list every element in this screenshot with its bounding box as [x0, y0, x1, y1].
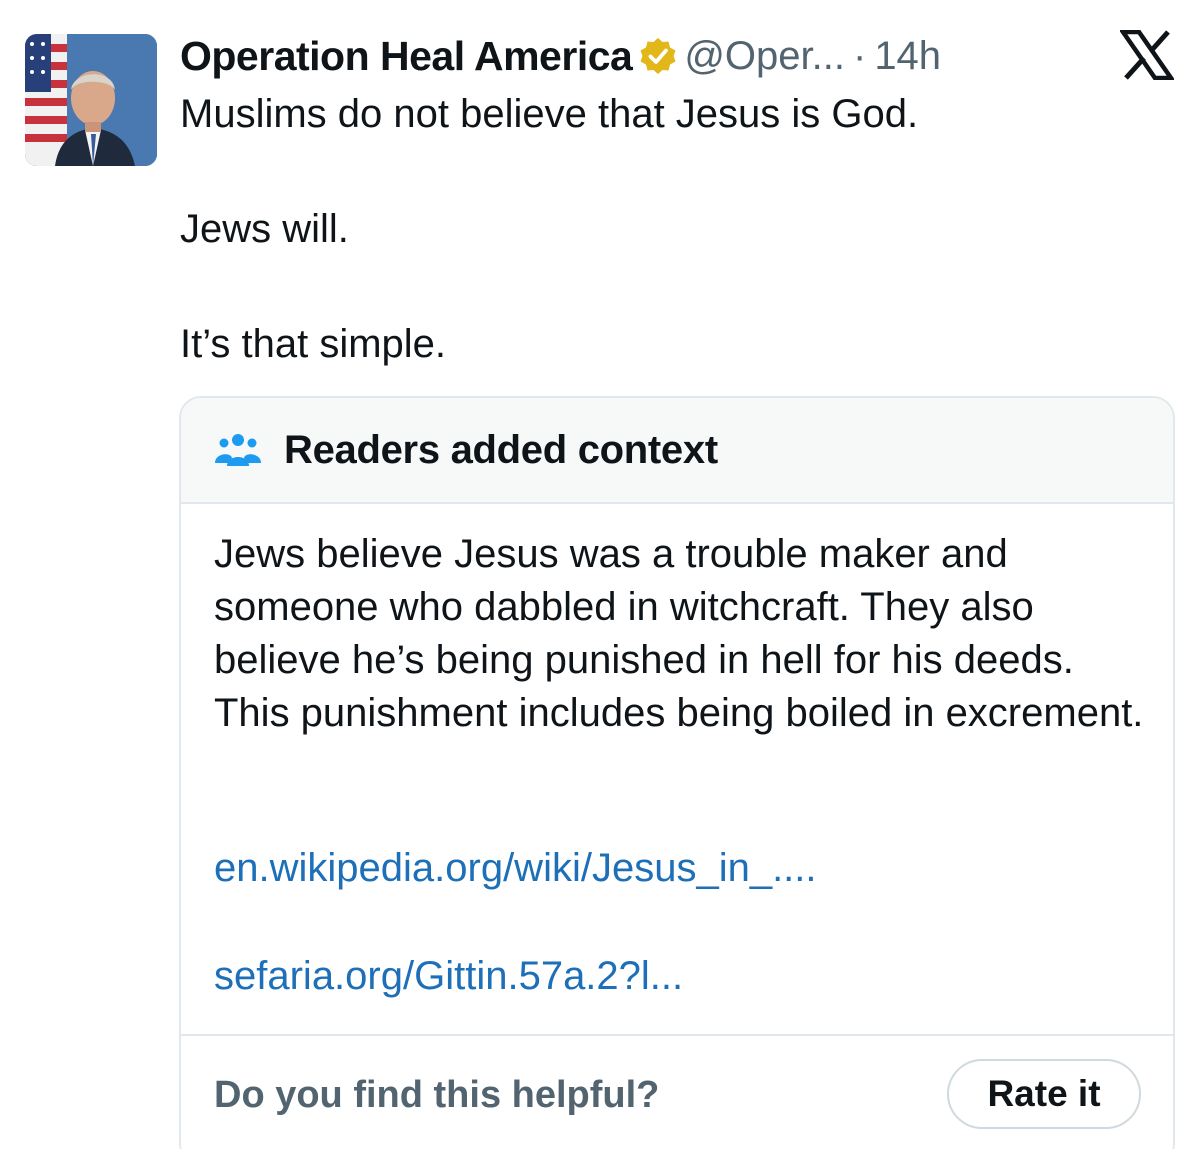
avatar-image: [25, 34, 157, 166]
tweet-text-line-3: It’s that simple.: [180, 322, 447, 366]
helpful-question: Do you find this helpful?: [214, 1074, 660, 1116]
rate-it-button[interactable]: Rate it: [947, 1059, 1141, 1129]
community-note-header: Readers added context: [181, 398, 1173, 504]
timestamp[interactable]: 14h: [874, 34, 941, 79]
separator-dot: ·: [852, 33, 867, 78]
note-source-link-2[interactable]: sefaria.org/Gittin.57a.2?l...: [214, 954, 683, 999]
tweet: Operation Heal America @Oper... · 14h Mu…: [0, 0, 1200, 1149]
display-name[interactable]: Operation Heal America: [180, 33, 633, 80]
community-note-card[interactable]: Readers added context Jews believe Jesus…: [179, 396, 1175, 1149]
community-note-title: Readers added context: [284, 427, 718, 472]
handle[interactable]: @Oper...: [684, 34, 845, 79]
community-note-footer: Do you find this helpful? Rate it: [181, 1034, 1173, 1149]
tweet-header: Operation Heal America @Oper... · 14h: [180, 30, 941, 82]
verified-badge-icon[interactable]: [638, 36, 678, 76]
avatar[interactable]: [25, 34, 157, 166]
tweet-text-line-1: Muslims do not believe that Jesus is God…: [180, 92, 919, 136]
x-logo-icon[interactable]: [1120, 30, 1174, 80]
tweet-text-line-2: Jews will.: [180, 207, 349, 251]
community-note-body: Jews believe Jesus was a trouble maker a…: [214, 532, 1144, 735]
note-source-link-1[interactable]: en.wikipedia.org/wiki/Jesus_in_....: [214, 846, 817, 891]
people-icon: [215, 434, 261, 466]
